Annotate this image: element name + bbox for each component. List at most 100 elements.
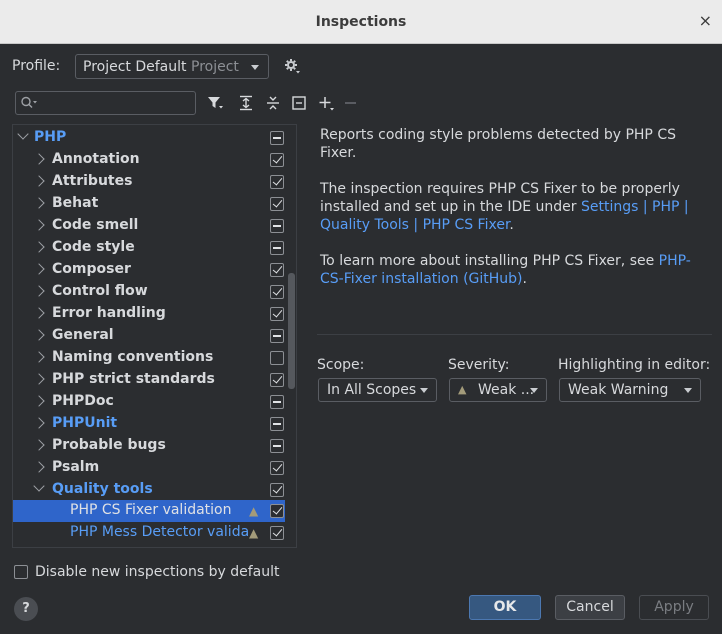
add-icon[interactable] (317, 94, 335, 112)
remove-icon[interactable] (342, 94, 360, 112)
tree-item-label: Behat (52, 195, 99, 211)
tree-item-label: PHPDoc (52, 393, 114, 409)
chevron-right-icon[interactable] (33, 417, 45, 429)
title-bar: Inspections × (0, 0, 722, 44)
chevron-down-icon (684, 388, 692, 393)
tree-checkbox[interactable] (270, 351, 284, 365)
severity-label: Severity: (448, 357, 510, 373)
chevron-down-icon (251, 65, 259, 70)
tree-item-label: Error handling (52, 305, 166, 321)
tree-checkbox[interactable] (270, 329, 284, 343)
chevron-right-icon[interactable] (33, 373, 45, 385)
tree-item-label: Control flow (52, 283, 148, 299)
chevron-right-icon[interactable] (33, 219, 45, 231)
tree-checkbox[interactable] (270, 219, 284, 233)
tree-item[interactable]: Psalm (13, 457, 285, 479)
close-icon[interactable]: × (699, 13, 712, 29)
filter-icon[interactable] (206, 94, 224, 112)
tree-item[interactable]: PHPUnit (13, 413, 285, 435)
chevron-right-icon[interactable] (33, 241, 45, 253)
chevron-right-icon[interactable] (33, 153, 45, 165)
tree-checkbox[interactable] (270, 197, 284, 211)
tree-item-label: Composer (52, 261, 131, 277)
chevron-down-icon[interactable] (33, 480, 45, 492)
reset-icon[interactable] (290, 94, 308, 112)
tree-checkbox[interactable] (270, 417, 284, 431)
tree-checkbox[interactable] (270, 439, 284, 453)
disable-new-inspections-label[interactable]: Disable new inspections by default (35, 564, 279, 580)
tree-item-php-cs-fixer[interactable]: PHP CS Fixer validation ▲ (13, 500, 285, 522)
profile-label: Profile: (12, 58, 61, 74)
tree-scrollbar[interactable] (288, 273, 295, 389)
chevron-right-icon[interactable] (33, 307, 45, 319)
tree-item[interactable]: Composer (13, 259, 285, 281)
expand-all-icon[interactable] (237, 94, 255, 112)
tree-checkbox[interactable] (270, 504, 284, 518)
tree-checkbox[interactable] (270, 131, 284, 145)
tree-checkbox[interactable] (270, 461, 284, 475)
help-button[interactable]: ? (14, 597, 38, 621)
chevron-down-icon[interactable] (17, 128, 29, 140)
tree-item-label: Code smell (52, 217, 139, 233)
tree-item[interactable]: PHPDoc (13, 391, 285, 413)
tree-item[interactable]: Code style (13, 237, 285, 259)
profile-scope: Project (191, 59, 239, 75)
tree-item[interactable]: PHP strict standards (13, 369, 285, 391)
chevron-right-icon[interactable] (33, 439, 45, 451)
tree-checkbox[interactable] (270, 263, 284, 277)
chevron-down-icon (420, 388, 428, 393)
tree-checkbox[interactable] (270, 241, 284, 255)
collapse-all-icon[interactable] (264, 94, 282, 112)
tree-checkbox[interactable] (270, 285, 284, 299)
description-requirements: The inspection requires PHP CS Fixer to … (320, 181, 689, 233)
tree-item[interactable]: General (13, 325, 285, 347)
chevron-down-icon (530, 388, 538, 393)
tree-item-label: Attributes (52, 173, 133, 189)
description-learn-more: To learn more about installing PHP CS Fi… (320, 253, 691, 287)
search-input[interactable] (15, 91, 196, 115)
chevron-right-icon[interactable] (33, 329, 45, 341)
warning-icon: ▲ (249, 526, 259, 540)
tree-item-label: Naming conventions (52, 349, 214, 365)
tree-checkbox[interactable] (270, 483, 284, 497)
tree-checkbox[interactable] (270, 153, 284, 167)
tree-item[interactable]: Attributes (13, 171, 285, 193)
severity-select[interactable]: ▲ Weak ... (449, 378, 547, 402)
tree-item-label: Quality tools (52, 481, 153, 497)
profile-name: Project Default (83, 59, 187, 75)
chevron-right-icon[interactable] (33, 395, 45, 407)
tree-item[interactable]: Naming conventions (13, 347, 285, 369)
tree-checkbox[interactable] (270, 373, 284, 387)
scope-select[interactable]: In All Scopes (318, 378, 437, 402)
tree-checkbox[interactable] (270, 526, 284, 540)
chevron-right-icon[interactable] (33, 351, 45, 363)
tree-item[interactable]: Error handling (13, 303, 285, 325)
inspection-tree[interactable]: PHP Annotation Attributes Behat Code smell C… (12, 124, 297, 548)
gear-icon[interactable] (284, 58, 300, 74)
chevron-right-icon[interactable] (33, 263, 45, 275)
tree-item-php[interactable]: PHP (13, 127, 285, 149)
cancel-button[interactable]: Cancel (555, 595, 625, 620)
tree-item-label: Code style (52, 239, 135, 255)
disable-new-inspections-checkbox[interactable] (14, 565, 28, 579)
tree-item-php-mess-detector[interactable]: PHP Mess Detector valida ▲ (13, 522, 285, 544)
tree-checkbox[interactable] (270, 307, 284, 321)
highlighting-select[interactable]: Weak Warning (559, 378, 701, 402)
tree-item[interactable]: Code smell (13, 215, 285, 237)
chevron-right-icon[interactable] (33, 197, 45, 209)
tree-checkbox[interactable] (270, 395, 284, 409)
tree-item[interactable]: Control flow (13, 281, 285, 303)
tree-item-label: PHPUnit (52, 415, 118, 431)
apply-button[interactable]: Apply (639, 595, 709, 620)
chevron-right-icon[interactable] (33, 175, 45, 187)
tree-checkbox[interactable] (270, 175, 284, 189)
ok-button[interactable]: OK (469, 595, 541, 620)
chevron-right-icon[interactable] (33, 285, 45, 297)
tree-item[interactable]: Quality tools (13, 479, 285, 501)
tree-item[interactable]: Annotation (13, 149, 285, 171)
tree-item-label: PHP Mess Detector valida (70, 524, 250, 540)
chevron-right-icon[interactable] (33, 461, 45, 473)
tree-item[interactable]: Probable bugs (13, 435, 285, 457)
tree-item[interactable]: Behat (13, 193, 285, 215)
profile-select[interactable]: Project Default Project (75, 54, 269, 79)
